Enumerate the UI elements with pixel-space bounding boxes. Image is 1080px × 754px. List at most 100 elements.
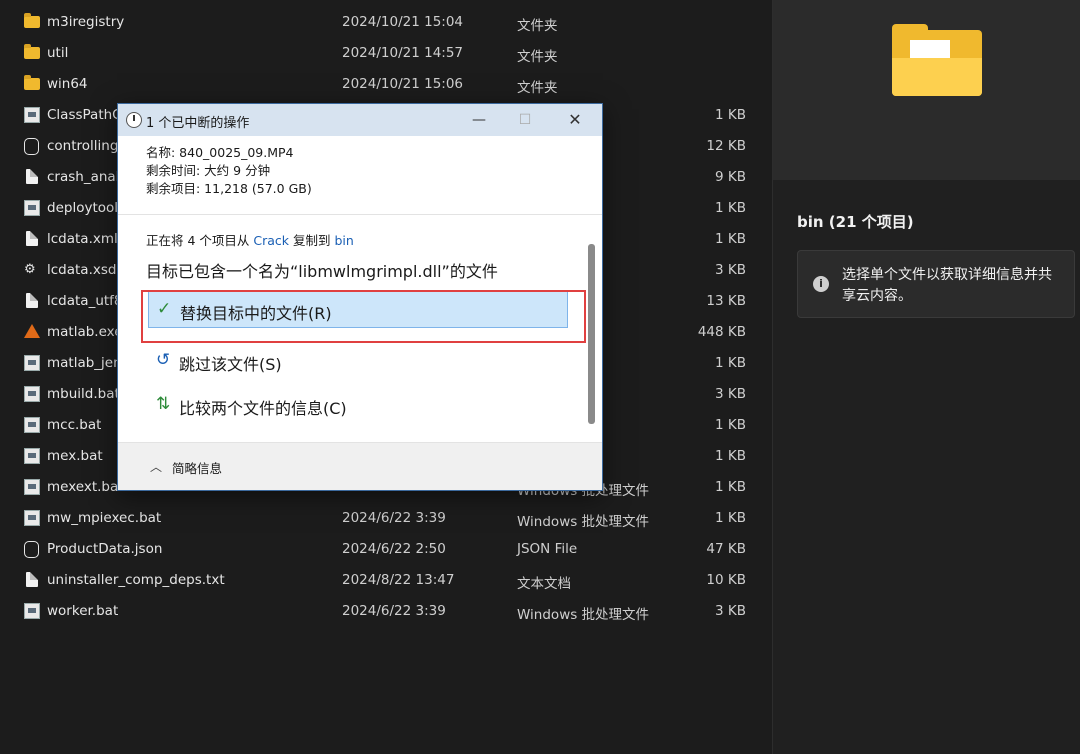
file-size: 3 KB xyxy=(715,386,746,402)
file-row[interactable]: mw_mpiexec.bat 2024/6/22 3:39 Windows 批处理文… xyxy=(0,503,772,534)
file-row[interactable]: util 2024/10/21 14:57 文件夹 xyxy=(0,38,772,69)
file-size: 47 KB xyxy=(706,541,746,557)
file-name: lcdata.xml xyxy=(47,231,118,247)
less-details-toggle[interactable]: ︿ 简略信息 xyxy=(118,443,602,490)
file-size: 10 KB xyxy=(706,572,746,588)
copy-prefix: 正在将 4 个项目从 xyxy=(146,233,254,248)
file-size: 1 KB xyxy=(715,200,746,216)
file-name: ProductData.json xyxy=(47,541,163,557)
skip-file-label: 跳过该文件(S) xyxy=(179,355,282,374)
file-date: 2024/10/21 14:57 xyxy=(342,45,464,61)
file-name: lcdata_utf8 xyxy=(47,293,123,309)
document-icon xyxy=(24,169,40,185)
folder-icon xyxy=(24,13,40,30)
file-row[interactable]: m3iregistry 2024/10/21 15:04 文件夹 xyxy=(0,7,772,38)
xsd-file-icon: ⚙ xyxy=(24,262,36,277)
compare-files-option[interactable]: ⇅ 比较两个文件的信息(C) xyxy=(148,386,568,424)
info-icon: i xyxy=(813,276,829,292)
chevron-up-icon: ︿ xyxy=(150,460,163,474)
compare-arrows-icon: ⇅ xyxy=(156,394,171,414)
undo-arrow-icon: ↺ xyxy=(156,350,171,370)
batch-file-icon xyxy=(24,479,40,495)
json-file-icon xyxy=(24,541,40,558)
file-name: util xyxy=(47,45,69,61)
less-details-label: 简略信息 xyxy=(172,461,223,476)
time-remaining-line: 剩余时间: 大约 9 分钟 xyxy=(146,163,271,178)
batch-file-icon xyxy=(24,603,40,619)
file-type: 文件夹 xyxy=(517,49,558,65)
document-icon xyxy=(24,231,40,247)
file-size: 448 KB xyxy=(697,324,746,340)
file-size: 1 KB xyxy=(715,355,746,371)
destination-folder-link[interactable]: bin xyxy=(334,233,353,248)
file-name: deploytool. xyxy=(47,200,123,216)
minimize-button[interactable]: — xyxy=(456,104,502,136)
matlab-icon xyxy=(24,324,40,340)
file-name: ClassPathG xyxy=(47,107,123,123)
file-name: worker.bat xyxy=(47,603,119,619)
file-size: 1 KB xyxy=(715,107,746,123)
file-name: crash_analy xyxy=(47,169,128,185)
details-title: bin (21 个项目) xyxy=(797,213,914,231)
details-info-card: i 选择单个文件以获取详细信息并共享云内容。 xyxy=(797,250,1075,318)
conflict-heading: 目标已包含一个名为“libmwlmgrimpl.dll”的文件 xyxy=(146,262,498,281)
file-name: mw_mpiexec.bat xyxy=(47,510,162,526)
document-icon xyxy=(24,572,40,588)
file-size: 1 KB xyxy=(715,231,746,247)
progress-info: 名称: 840_0025_09.MP4 剩余时间: 大约 9 分钟 剩余项目: … xyxy=(146,144,312,198)
file-name: matlab.exe xyxy=(47,324,123,340)
file-name: win64 xyxy=(47,76,88,92)
file-date: 2024/8/22 13:47 xyxy=(342,572,455,588)
file-type: 文件夹 xyxy=(517,80,558,96)
file-date: 2024/6/22 2:50 xyxy=(342,541,446,557)
skip-file-option[interactable]: ↺ 跳过该文件(S) xyxy=(148,342,568,380)
file-size: 1 KB xyxy=(715,479,746,495)
document-icon xyxy=(24,293,40,309)
file-type: 文件夹 xyxy=(517,18,558,34)
file-name: m3iregistry xyxy=(47,14,125,30)
file-type: JSON File xyxy=(517,541,578,557)
folder-icon xyxy=(24,44,40,61)
file-row[interactable]: uninstaller_comp_deps.txt 2024/8/22 13:47… xyxy=(0,565,772,596)
highlight-frame xyxy=(141,290,586,343)
file-row[interactable]: ProductData.json 2024/6/22 2:50 JSON File 4… xyxy=(0,534,772,565)
batch-file-icon xyxy=(24,355,40,371)
batch-file-icon xyxy=(24,417,40,433)
file-name: lcdata.xsd xyxy=(47,262,117,278)
dialog-titlebar[interactable]: 1 个已中断的操作 — ☐ ✕ xyxy=(118,104,602,136)
file-type: Windows 批处理文件 xyxy=(517,514,650,530)
file-size: 9 KB xyxy=(715,169,746,185)
dialog-scrollbar[interactable] xyxy=(588,244,595,424)
file-name: mexext.bat xyxy=(47,479,124,495)
copy-status: 正在将 4 个项目从 Crack 复制到 bin xyxy=(146,230,354,249)
file-size: 1 KB xyxy=(715,510,746,526)
file-date: 2024/10/21 15:06 xyxy=(342,76,464,92)
file-size: 13 KB xyxy=(706,293,746,309)
batch-file-icon xyxy=(24,200,40,216)
name-line: 名称: 840_0025_09.MP4 xyxy=(146,145,294,160)
file-name: mbuild.bat xyxy=(47,386,120,402)
compare-files-label: 比较两个文件的信息(C) xyxy=(179,399,347,418)
close-button[interactable]: ✕ xyxy=(552,104,598,136)
batch-file-icon xyxy=(24,386,40,402)
file-date: 2024/6/22 3:39 xyxy=(342,603,446,619)
file-size: 3 KB xyxy=(715,603,746,619)
file-name: uninstaller_comp_deps.txt xyxy=(47,572,225,588)
batch-file-icon xyxy=(24,107,40,123)
clock-icon xyxy=(126,112,142,128)
details-pane: bin (21 个项目) i 选择单个文件以获取详细信息并共享云内容。 xyxy=(772,0,1080,754)
file-name: mcc.bat xyxy=(47,417,102,433)
file-name: mex.bat xyxy=(47,448,103,464)
file-size: 3 KB xyxy=(715,262,746,278)
file-date: 2024/6/22 3:39 xyxy=(342,510,446,526)
source-folder-link[interactable]: Crack xyxy=(253,233,289,248)
maximize-button[interactable]: ☐ xyxy=(502,104,548,136)
file-size: 12 KB xyxy=(706,138,746,154)
file-row[interactable]: worker.bat 2024/6/22 3:39 Windows 批处理文件 3 K… xyxy=(0,596,772,627)
file-type: Windows 批处理文件 xyxy=(517,607,650,623)
file-row[interactable]: win64 2024/10/21 15:06 文件夹 xyxy=(0,69,772,100)
file-date: 2024/10/21 15:04 xyxy=(342,14,464,30)
file-name: controlling xyxy=(47,138,119,154)
folder-preview-icon xyxy=(892,24,982,96)
details-info-text: 选择单个文件以获取详细信息并共享云内容。 xyxy=(842,267,1052,304)
